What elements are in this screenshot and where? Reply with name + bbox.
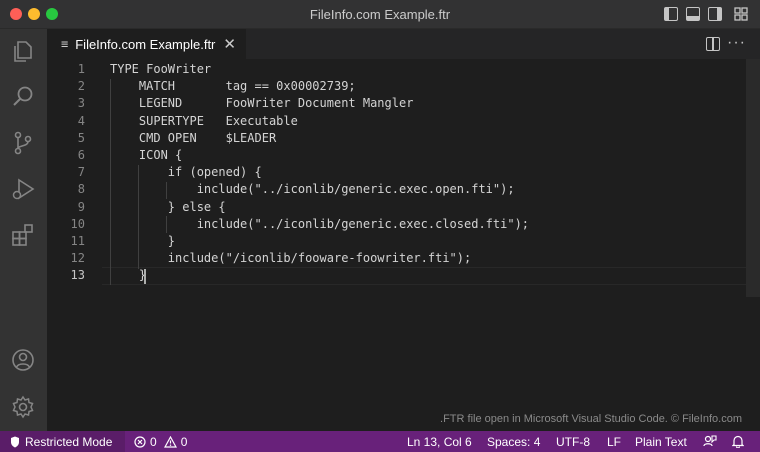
line-number: 1 [77,62,85,76]
explorer-icon[interactable] [10,38,36,64]
more-actions-icon[interactable]: ··· [727,34,746,52]
restricted-mode-label: Restricted Mode [25,434,113,449]
code-line[interactable]: 7 if (opened) { [47,164,747,181]
code-line[interactable]: 1 TYPE FooWriter [47,61,747,78]
line-number: 11 [70,234,85,248]
image-caption: .FTR file open in Microsoft Visual Studi… [440,413,742,425]
warning-icon [163,435,177,448]
tab-label: FileInfo.com Example.ftr [75,36,216,52]
split-editor-icon[interactable] [706,37,720,51]
window-title: FileInfo.com Example.ftr [309,7,451,22]
shield-icon [11,436,19,447]
toggle-panel-icon[interactable] [686,7,700,21]
error-icon [134,435,146,448]
code-text: } [110,234,176,248]
line-number: 5 [77,130,85,145]
code-line[interactable]: 6 ICON { [47,147,747,164]
line-number: 12 [70,251,85,266]
editor-scrollbar[interactable] [746,59,760,297]
code-line[interactable]: 13 } [47,267,747,284]
source-control-icon[interactable] [10,130,36,156]
tab-fileinfo-example[interactable]: ≡ FileInfo.com Example.ftr ✕ [47,29,246,59]
line-number: 6 [77,148,85,162]
line-number: 10 [70,216,85,231]
code-line[interactable]: 3 LEGEND FooWriter Document Mangler [47,95,747,112]
indentation-setting[interactable]: Spaces: 4 [487,431,540,452]
toggle-secondary-sidebar-icon[interactable] [708,7,722,21]
code-text: ICON { [110,148,183,162]
toggle-primary-sidebar-icon[interactable] [664,7,678,21]
settings-gear-icon[interactable] [10,394,36,420]
feedback-icon[interactable] [703,431,717,452]
notifications-bell-icon[interactable] [732,431,744,452]
code-text: TYPE FooWriter [110,62,212,76]
line-number: 3 [77,96,85,111]
code-text: MATCH tag == 0x00002739; [110,79,356,94]
search-icon[interactable] [10,84,36,110]
eol-setting[interactable]: LF [607,431,621,452]
code-line[interactable]: 8 include("../iconlib/generic.exec.open.… [47,181,747,198]
code-text: CMD OPEN $LEADER [110,130,277,145]
close-tab-icon[interactable]: ✕ [223,35,236,53]
title-bar: FileInfo.com Example.ftr [0,0,760,29]
encoding-setting[interactable]: UTF-8 [556,431,590,452]
editor-tab-bar: ≡ FileInfo.com Example.ftr ✕ ··· [47,29,760,59]
status-bar: Restricted Mode 0 0 Ln 13, Col 6 Spaces:… [0,431,760,452]
code-line[interactable]: 5 CMD OPEN $LEADER [47,130,747,147]
code-line[interactable]: 2 MATCH tag == 0x00002739; [47,78,747,95]
code-text: include("/iconlib/fooware-foowriter.fti"… [110,251,472,266]
code-text: SUPERTYPE Executable [110,113,298,128]
code-line[interactable]: 11 } [47,233,747,250]
extensions-icon[interactable] [10,222,36,248]
code-line[interactable]: 12 include("/iconlib/fooware-foowriter.f… [47,250,747,267]
customize-layout-icon[interactable] [734,7,748,21]
restricted-mode-indicator[interactable]: Restricted Mode [0,431,125,452]
line-number: 4 [77,113,85,128]
cursor-position[interactable]: Ln 13, Col 6 [407,431,472,452]
code-line[interactable]: 4 SUPERTYPE Executable [47,113,747,130]
language-mode[interactable]: Plain Text [635,431,687,452]
warning-count: 0 [180,434,188,449]
line-number: 13 [70,268,85,283]
code-line[interactable]: 9 } else { [47,199,747,216]
code-line[interactable]: 10 include("../iconlib/generic.exec.clos… [47,216,747,233]
code-text: } else { [110,199,226,214]
code-text: include("../iconlib/generic.exec.closed.… [110,216,530,231]
error-count: 0 [150,434,157,449]
activity-bar [0,29,47,431]
code-text: include("../iconlib/generic.exec.open.ft… [110,182,515,197]
account-icon[interactable] [10,347,36,373]
line-number: 2 [77,79,85,94]
problems-indicator[interactable]: 0 0 [134,431,187,452]
line-number: 7 [77,165,85,180]
line-number: 9 [77,199,85,214]
code-editor[interactable]: 1 TYPE FooWriter 2 MATCH tag == 0x00002739… [47,59,760,431]
text-cursor [144,269,146,284]
text-file-icon: ≡ [61,37,69,51]
line-number: 8 [77,182,85,197]
code-text: } [110,268,147,283]
code-text: if (opened) { [110,165,262,180]
code-text: LEGEND FooWriter Document Mangler [110,96,414,111]
run-debug-icon[interactable] [10,176,36,202]
